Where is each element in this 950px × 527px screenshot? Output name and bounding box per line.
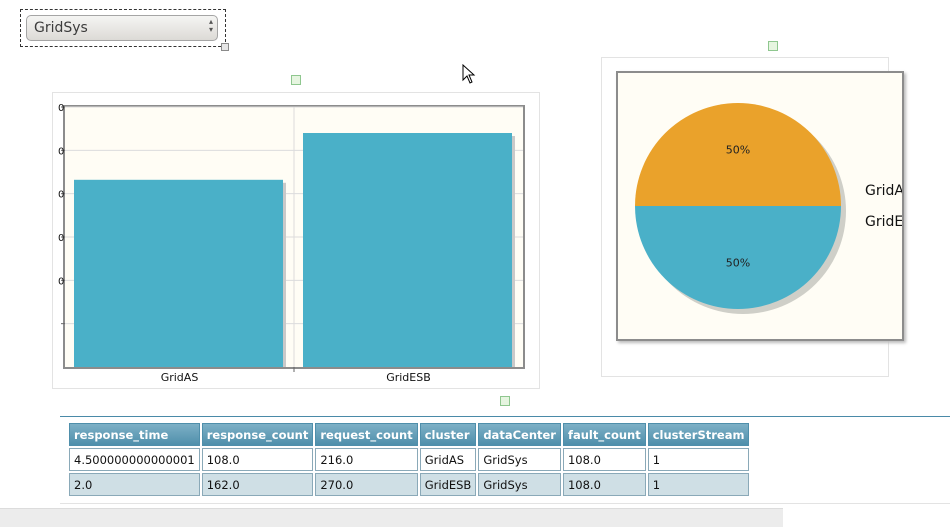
table-cell: GridESB (419, 473, 477, 496)
table-cell: GridSys (478, 448, 561, 471)
table-row[interactable]: 2.0 162.0 270.0 GridESB GridSys 108.0 1 (69, 473, 750, 496)
bar-x-label: GridAS (161, 371, 199, 384)
data-table-panel: response_time response_count request_cou… (60, 416, 950, 504)
column-header[interactable]: cluster (419, 423, 477, 446)
pie-chart: 50% 50% GridAS GridESB (635, 103, 922, 314)
column-header[interactable]: dataCenter (478, 423, 561, 446)
bar-x-labels: GridAS GridESB (161, 371, 431, 384)
column-header[interactable]: clusterStream (647, 423, 750, 446)
bar-chart-panel: 0 0 0 0 0 GridAS GridESB (52, 92, 540, 389)
table-cell: GridAS (419, 448, 477, 471)
table-cell: 108.0 (201, 448, 314, 471)
bar-gridas (74, 179, 283, 367)
pie-legend-label: GridESB (865, 214, 902, 230)
select-arrows-icon: ▴ ▾ (208, 17, 213, 34)
bottom-status-bar (0, 508, 783, 527)
mouse-cursor-icon (462, 64, 476, 84)
table-cell: 108.0 (562, 473, 646, 496)
column-header[interactable]: response_count (201, 423, 314, 446)
table-cell: 4.500000000000001 (69, 448, 200, 471)
table-handle[interactable] (500, 396, 510, 406)
pie-chart-handle[interactable] (768, 41, 778, 51)
bar-y-tick-label: 0 (58, 233, 64, 244)
pie-chart-frame: 50% 50% GridAS GridESB (616, 71, 922, 341)
table-cell: 1 (647, 448, 750, 471)
bar-y-tick-label: 0 (58, 276, 64, 287)
bar-x-label: GridESB (386, 371, 431, 384)
bar-chart: 0 0 0 0 0 GridAS GridESB (58, 103, 525, 384)
table-cell: 108.0 (562, 448, 646, 471)
dropdown-container: GridSys ▴ ▾ (20, 9, 226, 47)
pie-value-label: 50% (726, 257, 750, 270)
table-cell: 2.0 (69, 473, 200, 496)
bar-gridesb (303, 133, 512, 367)
pie-value-label: 50% (726, 143, 750, 156)
table-header-row: response_time response_count request_cou… (69, 423, 750, 446)
pie-chart-panel: 50% 50% GridAS GridESB (601, 57, 922, 377)
table-cell: 216.0 (315, 448, 418, 471)
pie-legend-label: GridAS (865, 183, 902, 199)
pie-legend: GridAS GridESB (865, 183, 922, 230)
column-header[interactable]: request_count (315, 423, 418, 446)
bar-chart-handle[interactable] (291, 75, 301, 85)
column-header[interactable]: response_time (69, 423, 200, 446)
table-cell: 270.0 (315, 473, 418, 496)
pie-slices (635, 103, 846, 314)
table-cell: GridSys (478, 473, 561, 496)
column-header[interactable]: fault_count (562, 423, 646, 446)
bar-y-tick-label: 0 (58, 146, 64, 157)
table-cell: 162.0 (201, 473, 314, 496)
cluster-select[interactable]: GridSys ▴ ▾ (26, 15, 218, 41)
bar-y-tick-label: 0 (58, 103, 64, 114)
dropdown-resize-handle[interactable] (221, 43, 229, 51)
bar-y-tick-label: 0 (58, 190, 64, 201)
table-cell: 1 (647, 473, 750, 496)
data-table: response_time response_count request_cou… (67, 421, 751, 498)
table-row[interactable]: 4.500000000000001 108.0 216.0 GridAS Gri… (69, 448, 750, 471)
cluster-select-value: GridSys (34, 20, 88, 36)
